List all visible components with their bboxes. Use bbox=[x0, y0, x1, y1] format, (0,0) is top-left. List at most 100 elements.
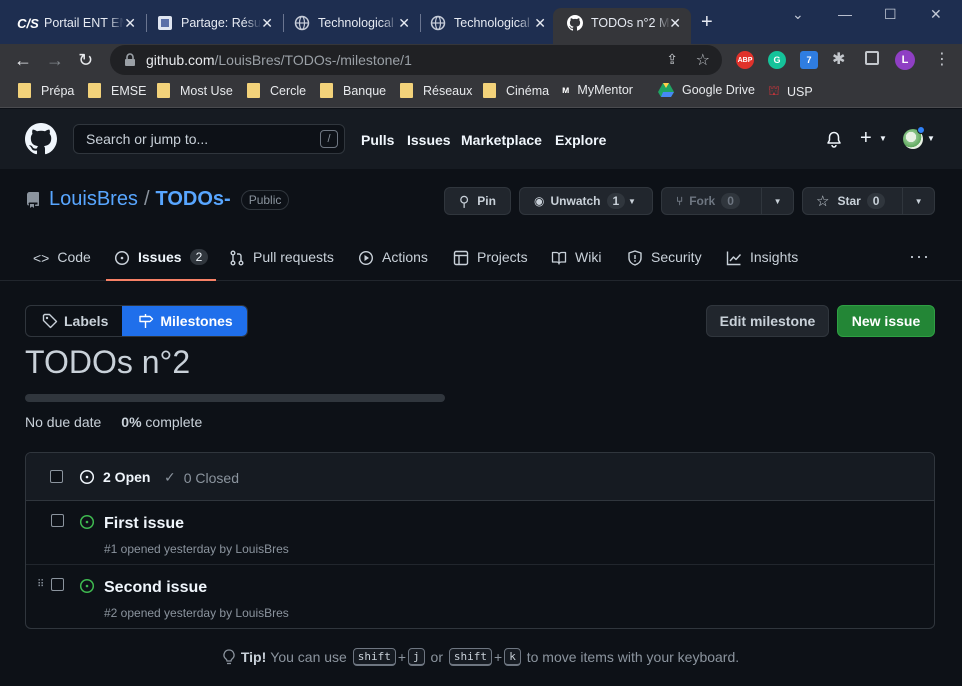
tab-pull-requests[interactable]: Pull requests bbox=[229, 244, 334, 281]
nav-marketplace[interactable]: Marketplace bbox=[461, 132, 542, 148]
bookmark-usp[interactable]: ⛫ USP bbox=[768, 83, 813, 101]
labels-tab[interactable]: Labels bbox=[26, 306, 122, 336]
usp-logo-icon: ⛫ bbox=[768, 83, 780, 98]
window-close-icon[interactable]: ✕ bbox=[930, 6, 942, 23]
star-icon: ☆ bbox=[816, 193, 830, 210]
chevron-down-icon[interactable]: ▼ bbox=[927, 134, 935, 143]
chevron-down-icon[interactable]: ▼ bbox=[902, 188, 934, 214]
git-pull-request-icon bbox=[229, 250, 245, 266]
close-icon[interactable]: ✕ bbox=[261, 15, 273, 32]
folder-icon bbox=[88, 83, 101, 98]
tab-security[interactable]: Security bbox=[627, 244, 702, 281]
profile-avatar[interactable]: L bbox=[895, 50, 915, 70]
grammarly-extension-icon[interactable]: G bbox=[768, 51, 786, 69]
nav-explore[interactable]: Explore bbox=[555, 132, 606, 148]
new-issue-button[interactable]: New issue bbox=[837, 305, 935, 337]
google-drive-icon bbox=[658, 83, 674, 97]
book-icon bbox=[551, 250, 567, 266]
folder-icon bbox=[483, 83, 496, 98]
issue-title-link[interactable]: Second issue bbox=[104, 579, 207, 597]
issue-checkbox[interactable] bbox=[51, 578, 64, 591]
select-all-checkbox[interactable] bbox=[50, 470, 63, 483]
github-icon bbox=[567, 15, 583, 31]
edit-milestone-button[interactable]: Edit milestone bbox=[706, 305, 829, 337]
create-new-plus-icon[interactable]: + bbox=[860, 127, 872, 150]
star-button[interactable]: ☆ Star 0 ▼ bbox=[802, 187, 935, 215]
bookmark-banque[interactable]: Banque bbox=[320, 83, 386, 98]
issue-row[interactable]: First issue #1 opened yesterday by Louis… bbox=[26, 501, 934, 565]
notifications-bell-icon[interactable] bbox=[826, 131, 842, 148]
globe-icon bbox=[430, 15, 446, 31]
kbd-j: j bbox=[408, 648, 425, 666]
drag-handle-icon[interactable]: ⠿ bbox=[37, 579, 44, 590]
search-shortcut-key: / bbox=[320, 130, 338, 148]
repo-owner-link[interactable]: LouisBres bbox=[49, 188, 138, 211]
bookmark-reseaux[interactable]: Réseaux bbox=[400, 83, 472, 98]
milestones-tab[interactable]: Milestones bbox=[122, 306, 247, 336]
side-panel-icon[interactable] bbox=[865, 51, 879, 65]
kebab-menu-icon[interactable]: ⋮ bbox=[934, 49, 950, 69]
address-bar[interactable]: github.com/LouisBres/TODOs-/milestone/1 … bbox=[110, 45, 722, 75]
issue-title-link[interactable]: First issue bbox=[104, 515, 184, 533]
visibility-label: Public bbox=[240, 189, 290, 210]
bookmark-most-use[interactable]: Most Use bbox=[157, 83, 233, 98]
milestone-meta: No due date 0% complete bbox=[25, 414, 203, 430]
share-icon[interactable]: ⇪ bbox=[666, 51, 678, 68]
forward-icon[interactable]: → bbox=[46, 50, 64, 71]
chevron-down-icon[interactable]: ▼ bbox=[879, 134, 887, 143]
chevron-down-icon[interactable]: ▼ bbox=[628, 197, 636, 206]
kbd-shift: shift bbox=[352, 648, 396, 666]
bookmark-prepa[interactable]: Prépa bbox=[18, 83, 74, 98]
bookmark-star-icon[interactable]: ☆ bbox=[696, 50, 710, 70]
fork-button[interactable]: ⑂ Fork 0 ▼ bbox=[661, 187, 794, 215]
bookmark-mymentor[interactable]: ᴍ MyMentor bbox=[562, 83, 633, 97]
close-icon[interactable]: ✕ bbox=[669, 15, 681, 32]
tab-projects[interactable]: Projects bbox=[453, 244, 528, 281]
fork-icon: ⑂ bbox=[676, 194, 684, 208]
browser-tab-active[interactable]: TODOs n°2 Milestone ✕ bbox=[553, 8, 691, 44]
maximize-icon[interactable]: ☐ bbox=[884, 6, 897, 23]
mymentor-icon: ᴍ bbox=[562, 84, 570, 96]
bookmark-cinema[interactable]: Cinéma bbox=[483, 83, 549, 98]
closed-filter[interactable]: ✓ 0 Closed bbox=[164, 469, 239, 486]
adblock-extension-icon[interactable]: ABP bbox=[736, 51, 754, 69]
close-icon[interactable]: ✕ bbox=[124, 15, 136, 32]
bookmark-google-drive[interactable]: Google Drive bbox=[658, 83, 755, 97]
reload-icon[interactable]: ↻ bbox=[78, 50, 93, 71]
new-tab-icon[interactable]: + bbox=[701, 11, 713, 34]
close-icon[interactable]: ✕ bbox=[398, 15, 410, 32]
extension-badge-icon[interactable]: 7 bbox=[800, 51, 818, 69]
nav-pulls[interactable]: Pulls bbox=[361, 132, 394, 148]
tab-wiki[interactable]: Wiki bbox=[551, 244, 601, 281]
folder-icon bbox=[247, 83, 260, 98]
extensions-puzzle-icon[interactable]: ✱ bbox=[832, 49, 845, 69]
bookmark-cercle[interactable]: Cercle bbox=[247, 83, 306, 98]
open-filter[interactable]: 2 Open bbox=[79, 469, 150, 485]
browser-tab-1[interactable]: C/S Portail ENT EMSE ✕ bbox=[6, 8, 146, 38]
tab-search-icon[interactable]: ⌄ bbox=[792, 6, 804, 23]
chevron-down-icon[interactable]: ▼ bbox=[761, 188, 793, 214]
minimize-icon[interactable]: — bbox=[838, 6, 852, 22]
browser-tab-2[interactable]: Partage: Résumé ✕ bbox=[143, 8, 283, 38]
pin-icon: ⚲ bbox=[459, 192, 470, 209]
back-icon[interactable]: ← bbox=[14, 50, 32, 71]
browser-tab-4[interactable]: Technological ✕ bbox=[416, 8, 556, 38]
more-horizontal-icon[interactable]: ··· bbox=[909, 246, 930, 267]
issue-row[interactable]: ⠿ Second issue #2 opened yesterday by Lo… bbox=[26, 565, 934, 628]
issue-opened-icon bbox=[79, 578, 95, 594]
tab-issues[interactable]: Issues 2 bbox=[106, 244, 217, 281]
github-logo-icon[interactable] bbox=[25, 123, 57, 155]
repo-name-link[interactable]: TODOs- bbox=[156, 188, 231, 211]
issue-opened-icon bbox=[79, 514, 95, 530]
tab-actions[interactable]: Actions bbox=[358, 244, 428, 281]
bookmark-emse[interactable]: EMSE bbox=[88, 83, 146, 98]
tab-insights[interactable]: Insights bbox=[726, 244, 798, 281]
pin-button[interactable]: ⚲ Pin bbox=[444, 187, 511, 215]
issue-checkbox[interactable] bbox=[51, 514, 64, 527]
tab-code[interactable]: <> Code bbox=[33, 244, 91, 281]
close-icon[interactable]: ✕ bbox=[534, 15, 546, 32]
unwatch-button[interactable]: ◉ Unwatch 1 ▼ bbox=[519, 187, 653, 215]
search-input[interactable]: Search or jump to... / bbox=[73, 124, 345, 154]
nav-issues[interactable]: Issues bbox=[407, 132, 451, 148]
browser-tab-3[interactable]: Technological ✕ bbox=[280, 8, 420, 38]
